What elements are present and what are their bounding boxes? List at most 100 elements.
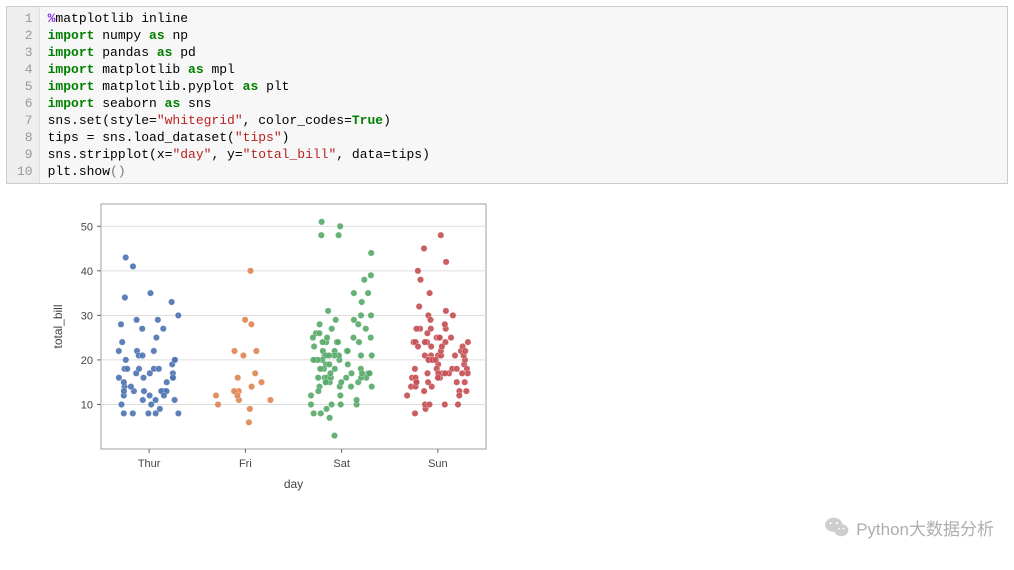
data-point	[141, 388, 147, 394]
line-number: 3	[17, 44, 33, 61]
data-point	[450, 312, 456, 318]
data-point	[456, 392, 462, 398]
data-point	[124, 366, 130, 372]
data-point	[316, 330, 322, 336]
line-number: 6	[17, 95, 33, 112]
code-line: import numpy as np	[48, 27, 430, 44]
data-point	[337, 392, 343, 398]
data-point	[337, 223, 343, 229]
data-point	[359, 370, 365, 376]
y-tick-label: 10	[81, 399, 93, 411]
watermark: Python大数据分析	[824, 514, 994, 540]
code-cell: 12345678910 %matplotlib inlineimport num…	[6, 6, 1008, 184]
data-point	[428, 343, 434, 349]
data-point	[308, 401, 314, 407]
data-point	[311, 410, 317, 416]
code-line: sns.stripplot(x="day", y="total_bill", d…	[48, 146, 430, 163]
wechat-icon	[824, 514, 850, 540]
data-point	[353, 397, 359, 403]
data-point	[247, 406, 253, 412]
code-line: import matplotlib as mpl	[48, 61, 430, 78]
data-point	[123, 357, 129, 363]
data-point	[363, 326, 369, 332]
data-point	[136, 366, 142, 372]
data-point	[424, 330, 430, 336]
data-point	[413, 326, 419, 332]
data-point	[358, 312, 364, 318]
data-point	[122, 294, 128, 300]
data-point	[465, 339, 471, 345]
data-point	[329, 326, 335, 332]
chart-output: 1020304050ThurFriSatSundaytotal_bill	[46, 194, 1008, 494]
data-point	[240, 352, 246, 358]
data-point	[156, 366, 162, 372]
data-point	[338, 401, 344, 407]
data-point	[252, 370, 258, 376]
code-line: tips = sns.load_dataset("tips")	[48, 129, 430, 146]
data-point	[424, 370, 430, 376]
data-point	[448, 334, 454, 340]
data-point	[333, 317, 339, 323]
data-point	[246, 419, 252, 425]
data-point	[116, 348, 122, 354]
data-point	[119, 339, 125, 345]
data-point	[121, 388, 127, 394]
data-point	[318, 232, 324, 238]
data-point	[345, 361, 351, 367]
data-point	[311, 343, 317, 349]
data-point	[365, 290, 371, 296]
data-point	[335, 232, 341, 238]
data-point	[465, 370, 471, 376]
data-point	[415, 343, 421, 349]
data-point	[368, 312, 374, 318]
data-point	[417, 277, 423, 283]
data-point	[351, 317, 357, 323]
y-tick-label: 50	[81, 221, 93, 233]
data-point	[213, 392, 219, 398]
data-point	[147, 370, 153, 376]
data-point	[318, 410, 324, 416]
data-point	[140, 375, 146, 381]
data-point	[247, 268, 253, 274]
data-point	[323, 379, 329, 385]
data-point	[426, 290, 432, 296]
data-point	[133, 317, 139, 323]
data-point	[164, 379, 170, 385]
data-point	[437, 334, 443, 340]
data-point	[368, 334, 374, 340]
code-line: sns.set(style="whitegrid", color_codes=T…	[48, 112, 430, 129]
data-point	[325, 308, 331, 314]
data-point	[160, 326, 166, 332]
data-point	[248, 321, 254, 327]
data-point	[331, 432, 337, 438]
x-axis-label: day	[284, 477, 303, 491]
line-number: 9	[17, 146, 33, 163]
data-point	[404, 392, 410, 398]
data-point	[128, 383, 134, 389]
data-point	[427, 317, 433, 323]
data-point	[338, 379, 344, 385]
data-point	[151, 348, 157, 354]
data-point	[413, 379, 419, 385]
data-point	[442, 401, 448, 407]
data-point	[421, 388, 427, 394]
data-point	[368, 250, 374, 256]
data-point	[323, 406, 329, 412]
data-point	[318, 219, 324, 225]
data-point	[253, 348, 259, 354]
data-point	[315, 388, 321, 394]
data-point	[130, 263, 136, 269]
stripplot: 1020304050ThurFriSatSundaytotal_bill	[46, 194, 496, 494]
data-point	[171, 397, 177, 403]
data-point	[438, 232, 444, 238]
data-point	[121, 410, 127, 416]
code-line: %matplotlib inline	[48, 10, 430, 27]
data-point	[426, 401, 432, 407]
x-tick-label: Sun	[428, 458, 448, 470]
data-point	[369, 383, 375, 389]
data-point	[335, 339, 341, 345]
data-point	[326, 415, 332, 421]
data-point	[258, 379, 264, 385]
data-point	[412, 410, 418, 416]
data-point	[145, 410, 151, 416]
